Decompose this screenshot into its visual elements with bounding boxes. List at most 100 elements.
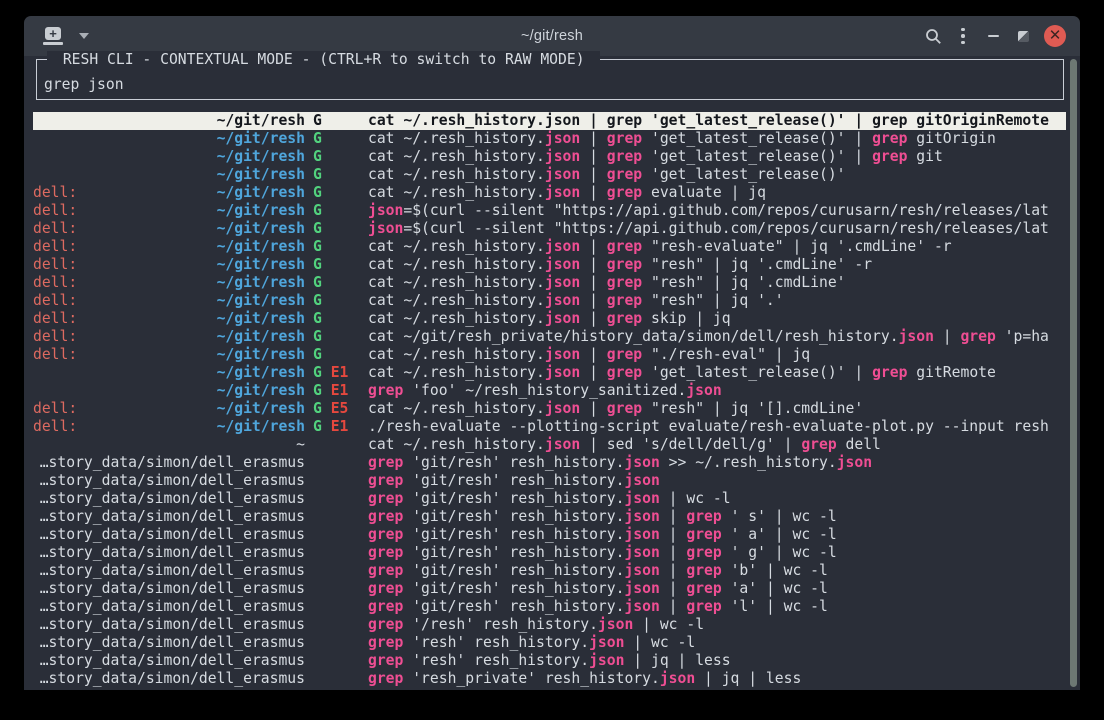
history-row[interactable]: …story_data/simon/dell_erasmusgrep 'resh… bbox=[33, 670, 1066, 688]
history-row[interactable]: …story_data/simon/dell_erasmusgrep 'git/… bbox=[33, 490, 1066, 508]
history-row[interactable]: ~cat ~/.resh_history.json | sed 's/dell/… bbox=[33, 436, 1066, 454]
restore-button[interactable] bbox=[1008, 21, 1038, 51]
flags bbox=[305, 454, 368, 472]
flags bbox=[305, 436, 368, 454]
history-row[interactable]: …story_data/simon/dell_erasmusgrep '/res… bbox=[33, 616, 1066, 634]
flags bbox=[305, 526, 368, 544]
directory-label: …story_data/simon/dell_erasmus bbox=[40, 454, 305, 472]
history-row[interactable]: …story_data/simon/dell_erasmusgrep 'git/… bbox=[33, 472, 1066, 490]
directory-label: …story_data/simon/dell_erasmus bbox=[40, 562, 305, 580]
close-button[interactable]: ✕ bbox=[1044, 25, 1066, 47]
flags: G E5 bbox=[305, 400, 368, 418]
history-row[interactable]: …story_data/simon/dell_erasmus grep 'git/… bbox=[33, 454, 1066, 472]
directory-label: …story_data/simon/dell_erasmus bbox=[40, 616, 305, 634]
scrollbar-thumb[interactable] bbox=[1070, 59, 1077, 687]
git-flag: G bbox=[313, 364, 322, 381]
command-text: grep 'git/resh' resh_history.json >> ~/.… bbox=[368, 454, 1066, 472]
new-tab-button[interactable]: + bbox=[42, 27, 64, 45]
history-row[interactable]: dell:~/git/reshGjson=$(curl --silent "ht… bbox=[33, 202, 1066, 220]
history-row[interactable]: …story_data/simon/dell_erasmusgrep 'git/… bbox=[33, 544, 1066, 562]
git-flag: G bbox=[313, 220, 322, 237]
command-text: grep 'git/resh' resh_history.json | grep… bbox=[368, 580, 1066, 598]
history-row[interactable]: ~/git/reshGcat ~/.resh_history.json | gr… bbox=[33, 148, 1066, 166]
history-row[interactable]: dell:~/git/reshGjson=$(curl --silent "ht… bbox=[33, 220, 1066, 238]
directory-label: …story_data/simon/dell_erasmus bbox=[40, 508, 305, 526]
directory-label: ~/git/resh bbox=[217, 328, 305, 346]
directory-label: …story_data/simon/dell_erasmus bbox=[40, 490, 305, 508]
git-flag: G bbox=[313, 328, 322, 345]
directory-label: ~/git/resh bbox=[217, 166, 305, 184]
flags: G bbox=[305, 202, 368, 220]
host-label: dell: bbox=[33, 292, 77, 310]
command-text: cat ~/.resh_history.json | grep "resh" |… bbox=[368, 256, 1066, 274]
terminal-window: + ~/git/resh ✕ bbox=[24, 16, 1080, 690]
directory-label: ~/git/resh bbox=[217, 202, 305, 220]
history-row[interactable]: dell:~/git/reshGcat ~/.resh_history.json… bbox=[33, 184, 1066, 202]
history-row[interactable]: …story_data/simon/dell_erasmusgrep 'git/… bbox=[33, 580, 1066, 598]
close-icon: ✕ bbox=[1049, 28, 1062, 43]
host-label: dell: bbox=[33, 418, 77, 436]
command-text: grep 'git/resh' resh_history.json | grep… bbox=[368, 508, 1066, 526]
flags: G bbox=[305, 292, 368, 310]
directory-label: ~/git/resh bbox=[217, 184, 305, 202]
history-row[interactable]: dell:~/git/reshGcat ~/.resh_history.json… bbox=[33, 310, 1066, 328]
directory-label: ~/git/resh bbox=[217, 130, 305, 148]
command-text: grep 'git/resh' resh_history.json bbox=[368, 472, 1066, 490]
titlebar[interactable]: + ~/git/resh ✕ bbox=[24, 16, 1080, 56]
minimize-button[interactable] bbox=[978, 21, 1008, 51]
resh-mode-header: RESH CLI - CONTEXTUAL MODE - (CTRL+R to … bbox=[47, 51, 600, 69]
scrollbar[interactable] bbox=[1066, 56, 1080, 690]
command-text: cat ~/.resh_history.json | sed 's/dell/d… bbox=[368, 436, 1066, 454]
command-text: grep 'resh' resh_history.json | wc -l bbox=[368, 634, 1066, 652]
history-row[interactable]: ~/git/reshGcat ~/.resh_history.json | gr… bbox=[33, 112, 1066, 130]
git-flag: G bbox=[313, 256, 322, 273]
flags bbox=[305, 598, 368, 616]
git-flag: G bbox=[313, 418, 322, 435]
git-flag: G bbox=[313, 346, 322, 363]
history-row[interactable]: ~/git/reshG E1cat ~/.resh_history.json |… bbox=[33, 364, 1066, 382]
flags: G bbox=[305, 346, 368, 364]
flags bbox=[305, 670, 368, 688]
command-text: json=$(curl --silent "https://api.github… bbox=[368, 220, 1066, 238]
command-text: cat ~/.resh_history.json | grep 'get_lat… bbox=[368, 166, 1066, 184]
chevron-down-icon[interactable] bbox=[79, 33, 89, 39]
history-row[interactable]: dell:~/git/reshGcat ~/.resh_history.json… bbox=[33, 256, 1066, 274]
history-row[interactable]: dell:~/git/reshGcat ~/git/resh_private/h… bbox=[33, 328, 1066, 346]
menu-button[interactable] bbox=[948, 21, 978, 51]
directory-label: …story_data/simon/dell_erasmus bbox=[40, 634, 305, 652]
flags: G bbox=[305, 184, 368, 202]
history-row[interactable]: dell:~/git/reshG E5cat ~/.resh_history.j… bbox=[33, 400, 1066, 418]
history-row[interactable]: dell:~/git/reshGcat ~/.resh_history.json… bbox=[33, 292, 1066, 310]
directory-label: ~/git/resh bbox=[217, 256, 305, 274]
history-row[interactable]: ~/git/reshGcat ~/.resh_history.json | gr… bbox=[33, 166, 1066, 184]
flags: G bbox=[305, 112, 368, 130]
history-row[interactable]: …story_data/simon/dell_erasmusgrep 'git/… bbox=[33, 598, 1066, 616]
history-row[interactable]: …story_data/simon/dell_erasmusgrep 'resh… bbox=[33, 652, 1066, 670]
search-query-input[interactable]: grep json bbox=[44, 76, 124, 94]
flags: G bbox=[305, 256, 368, 274]
search-button[interactable] bbox=[918, 21, 948, 51]
flags bbox=[305, 544, 368, 562]
history-row[interactable]: dell:~/git/reshGcat ~/.resh_history.json… bbox=[33, 346, 1066, 364]
flags bbox=[305, 472, 368, 490]
flags: G bbox=[305, 310, 368, 328]
command-text: cat ~/.resh_history.json | grep 'get_lat… bbox=[368, 148, 1066, 166]
history-row[interactable]: …story_data/simon/dell_erasmusgrep 'git/… bbox=[33, 562, 1066, 580]
flags bbox=[305, 634, 368, 652]
history-row[interactable]: …story_data/simon/dell_erasmus grep 'git/… bbox=[33, 508, 1066, 526]
flags: G E1 bbox=[305, 418, 368, 436]
history-row[interactable]: dell:~/git/reshGcat ~/.resh_history.json… bbox=[33, 238, 1066, 256]
host-label: dell: bbox=[33, 220, 77, 238]
host-label: dell: bbox=[33, 400, 77, 418]
git-flag: G bbox=[313, 382, 322, 399]
history-row[interactable]: …story_data/simon/dell_erasmusgrep 'git/… bbox=[33, 526, 1066, 544]
git-flag: G bbox=[313, 112, 322, 129]
command-text: grep 'resh_private' resh_history.json | … bbox=[368, 670, 1066, 688]
history-row[interactable]: …story_data/simon/dell_erasmus grep 'resh… bbox=[33, 634, 1066, 652]
history-row[interactable]: ~/git/reshG E1grep 'foo' ~/resh_history_… bbox=[33, 382, 1066, 400]
history-row[interactable]: dell:~/git/reshG E1./resh-evaluate --plo… bbox=[33, 418, 1066, 436]
command-text: grep 'git/resh' resh_history.json | grep… bbox=[368, 526, 1066, 544]
history-row[interactable]: ~/git/reshGcat ~/.resh_history.json | gr… bbox=[33, 130, 1066, 148]
git-flag: G bbox=[313, 148, 322, 165]
history-row[interactable]: dell:~/git/reshGcat ~/.resh_history.json… bbox=[33, 274, 1066, 292]
